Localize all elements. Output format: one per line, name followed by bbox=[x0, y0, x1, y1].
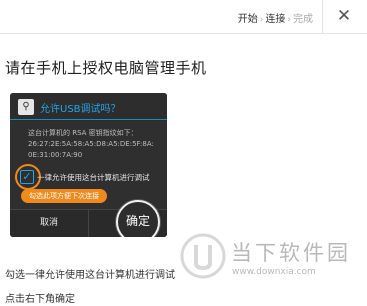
hint-badge: 勾选此项方便下次连接 bbox=[21, 189, 107, 203]
usb-icon: ⚲ bbox=[18, 99, 34, 115]
dialog-title: 允许USB调试吗？ bbox=[40, 104, 121, 115]
instruction-step-1: 勾选一律允许使用这台计算机进行调试 bbox=[5, 270, 175, 281]
cancel-button[interactable]: 取消 bbox=[10, 214, 88, 232]
rsa-line: 0E:31:00:7A:90 bbox=[28, 151, 83, 159]
always-allow-checkbox[interactable]: ✓ bbox=[20, 170, 34, 184]
page-title: 请在手机上授权电脑管理手机 bbox=[5, 59, 207, 77]
instruction-step-2: 点击右下角确定 bbox=[5, 294, 75, 305]
close-icon[interactable]: ✕ bbox=[334, 6, 354, 26]
dialog-header: ⚲ 允许USB调试吗？ bbox=[10, 93, 167, 120]
chevron-right-icon: › bbox=[287, 15, 291, 25]
dialog-message: 这台计算机的 RSA 密钥指纹如下： 26:27:2E:5A:58:A5:D8:… bbox=[28, 128, 163, 161]
chevron-right-icon: › bbox=[259, 15, 264, 25]
footer-divider bbox=[88, 210, 89, 237]
usb-debug-dialog-screenshot: ⚲ 允许USB调试吗？ 这台计算机的 RSA 密钥指纹如下： 26:27:2E:… bbox=[10, 93, 167, 237]
step-breadcrumb: 开始 › 连接 › 完成 bbox=[238, 10, 313, 25]
step-connect: 连接 bbox=[265, 14, 286, 25]
always-allow-label: 一律允许使用这台计算机进行调试 bbox=[37, 173, 150, 182]
wizard-header: 开始 › 连接 › 完成 ✕ bbox=[0, 0, 367, 34]
header-divider bbox=[322, 0, 323, 34]
watermark-logo-icon bbox=[180, 233, 226, 279]
rsa-line: 这台计算机的 RSA 密钥指纹如下： bbox=[28, 129, 138, 137]
step-start: 开始 bbox=[237, 14, 258, 25]
ok-button[interactable]: 确定 bbox=[118, 212, 158, 230]
step-finish: 完成 bbox=[293, 14, 313, 25]
watermark-name: 当下软件园 bbox=[231, 241, 351, 265]
always-allow-option[interactable]: ✓ 一律允许使用这台计算机进行调试 bbox=[20, 170, 165, 184]
watermark-url: www.downxia.com bbox=[232, 267, 316, 277]
rsa-line: 26:27:2E:5A:58:A5:D8:A5:DE:5F:8A: bbox=[28, 140, 154, 148]
